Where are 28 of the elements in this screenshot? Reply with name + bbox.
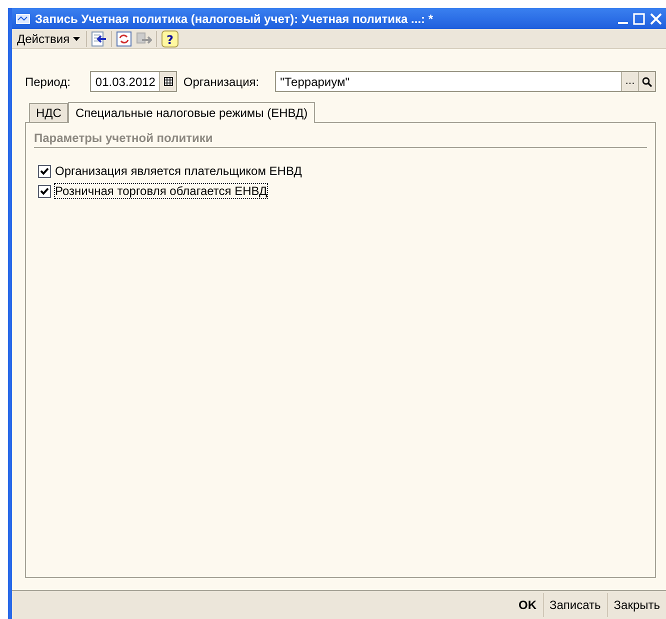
select-button[interactable]: ... [621, 72, 638, 91]
organization-field[interactable]: "Террариум" ... [275, 71, 656, 92]
calendar-button[interactable] [159, 72, 176, 91]
checkbox[interactable] [38, 164, 51, 178]
organization-label: Организация: [183, 74, 260, 88]
section-title: Параметры учетной политики [34, 131, 647, 148]
period-field[interactable]: 01.03.2012 [90, 71, 178, 92]
dialog-button[interactable]: Закрыть [606, 593, 666, 617]
tab[interactable]: НДС [29, 103, 68, 122]
actions-menu-button[interactable]: Действия [15, 30, 82, 48]
maximize-icon[interactable] [633, 12, 645, 24]
checkbox[interactable] [38, 184, 51, 198]
calendar-icon [164, 77, 173, 86]
period-label: Период: [25, 74, 70, 88]
refresh-icon[interactable] [116, 30, 132, 46]
close-icon[interactable] [650, 12, 662, 24]
search-button[interactable] [638, 72, 655, 91]
dialog-button[interactable]: Записать [542, 593, 607, 617]
checkbox-label[interactable]: Организация является плательщиком ЕНВД [55, 164, 302, 178]
checkbox-label[interactable]: Розничная торговля облагается ЕНВД [55, 184, 268, 198]
tab[interactable]: Специальные налоговые режимы (ЕНВД) [68, 102, 315, 123]
caret-icon [72, 36, 80, 40]
document-arrow-icon[interactable] [90, 30, 107, 46]
help-icon[interactable]: ? [160, 30, 179, 48]
window-icon [16, 14, 30, 24]
search-icon [642, 76, 652, 86]
dialog-button[interactable]: OK [512, 593, 542, 617]
window-title: Запись Учетная политика (налоговый учет): Учетная политика ...: * [35, 12, 434, 26]
